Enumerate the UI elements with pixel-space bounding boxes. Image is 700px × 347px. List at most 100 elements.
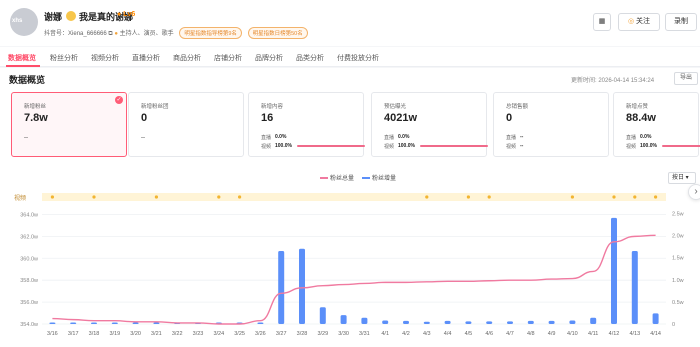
tab-category[interactable]: 品类分析 — [296, 53, 324, 63]
card-label: 新增内容 — [261, 104, 284, 110]
video-ratio-bar — [420, 145, 488, 147]
x-tick-label: 4/1 — [381, 331, 389, 337]
rank-tag-1[interactable]: 明星指数指导榜第9名 — [179, 27, 242, 39]
x-tick-label: 4/9 — [548, 331, 556, 337]
export-button[interactable]: 导出 — [674, 72, 698, 85]
x-tick-label: 3/25 — [234, 331, 245, 337]
bar-fan-increase — [361, 317, 368, 324]
avatar[interactable]: xhs — [10, 8, 38, 36]
card-value: 7.8w — [24, 112, 48, 124]
y-right-tick-label: 1.0w — [672, 278, 684, 284]
record-label: 录制 — [674, 18, 688, 25]
card-new-fans[interactable]: ✓ 新增粉丝 7.8w -- — [11, 92, 127, 157]
y-left-tick-label: 358.0w — [20, 278, 38, 284]
event-dot — [633, 195, 637, 199]
card-new-likes[interactable]: 新增点赞 88.4w 直播 0.0% 视频 100.0% — [613, 92, 700, 157]
bar-fan-increase — [91, 322, 97, 324]
event-strip-label: 视频 — [14, 194, 26, 202]
card-value: 0 — [506, 112, 513, 124]
tab-shop[interactable]: 店铺分析 — [214, 53, 242, 63]
x-tick-label: 3/28 — [297, 331, 308, 337]
video-ratio-bar — [297, 145, 365, 147]
card-sub-value: -- — [141, 135, 145, 141]
video-ratio-value: 100.0% — [275, 143, 292, 149]
legend-increase[interactable]: 粉丝增量 — [362, 173, 396, 182]
tab-video[interactable]: 视频分析 — [91, 53, 119, 63]
event-dot — [654, 195, 658, 199]
x-tick-label: 4/5 — [465, 331, 473, 337]
event-dot — [217, 195, 221, 199]
event-dot — [92, 195, 96, 199]
card-value: 0 — [141, 112, 148, 124]
bar-fan-increase — [590, 317, 597, 324]
video-ratio-bar — [662, 145, 700, 147]
card-label: 预估曝光 — [384, 104, 407, 110]
name-prefix: 谢娜 — [44, 12, 63, 22]
x-tick-label: 3/23 — [193, 331, 204, 337]
smile-emoji-icon — [65, 11, 76, 21]
live-ratio-row: 直播 0.0% — [261, 134, 361, 141]
event-dot — [154, 195, 158, 199]
card-exposure[interactable]: 预估曝光 4021w 直播 0.0% 视频 100.0% — [371, 92, 488, 157]
video-ratio-row: 视频 100.0% — [626, 143, 700, 150]
legend-line-total — [320, 177, 328, 179]
bar-fan-increase — [340, 315, 347, 324]
bar-fan-increase — [153, 322, 160, 324]
x-tick-label: 4/6 — [485, 331, 493, 337]
line-fan-total — [52, 234, 656, 325]
bar-fan-increase — [611, 217, 617, 324]
live-ratio-value: -- — [520, 134, 524, 140]
tab-products[interactable]: 商品分析 — [173, 53, 201, 63]
card-new-fan-club[interactable]: 新增粉丝团 0 -- — [128, 92, 244, 157]
bar-fan-increase — [382, 320, 389, 324]
x-tick-label: 4/10 — [567, 331, 578, 337]
follow-button[interactable]: ◎ 关注 — [618, 13, 660, 31]
avatar-logo-text: xhs — [12, 18, 23, 24]
live-ratio-label: 直播 — [384, 135, 395, 141]
tab-fans[interactable]: 粉丝分析 — [50, 53, 78, 63]
event-dot — [612, 195, 616, 199]
card-new-content[interactable]: 新增内容 16 直播 0.0% 视频 100.0% — [248, 92, 365, 157]
x-tick-label: 3/19 — [109, 331, 120, 337]
card-total-sales[interactable]: 总销售额 0 直播 -- 视频 -- — [493, 92, 609, 157]
video-ratio-label: 视频 — [626, 144, 637, 150]
period-select[interactable]: 按日 ▾ — [668, 172, 696, 184]
video-ratio-value: 100.0% — [640, 143, 657, 149]
follow-label: 关注 — [636, 18, 651, 25]
y-right-tick-label: 1.5w — [672, 256, 684, 262]
x-tick-label: 4/2 — [402, 331, 410, 337]
video-ratio-value: 100.0% — [398, 143, 415, 149]
bar-fan-increase — [507, 321, 513, 324]
bar-fan-increase — [548, 320, 555, 324]
card-value: 88.4w — [626, 112, 656, 124]
record-button[interactable]: 录制 — [665, 13, 697, 31]
rank-tag-2[interactable]: 明星指数日榜第50名 — [247, 27, 308, 39]
bar-fan-increase — [278, 251, 285, 324]
tab-live[interactable]: 直播分析 — [132, 53, 160, 63]
legend-total-label: 粉丝总量 — [330, 176, 355, 182]
tab-paid-ads[interactable]: 付费投放分析 — [337, 53, 379, 63]
x-tick-label: 4/11 — [588, 331, 598, 337]
video-ratio-row: 视频 100.0% — [384, 143, 488, 150]
video-ratio-label: 视频 — [506, 144, 517, 150]
card-sub-value: -- — [24, 135, 28, 141]
live-ratio-row: 直播 -- — [506, 134, 606, 141]
tab-brand[interactable]: 品牌分析 — [255, 53, 283, 63]
copy-icon[interactable]: ⧉ — [108, 31, 112, 37]
fans-chart: 视频 354.0w 356.0w 358.0w 360.0w 362.0w 364.0w 0… — [14, 193, 684, 337]
legend-total[interactable]: 粉丝总量 — [320, 173, 354, 182]
grid-view-button[interactable]: ▦ — [593, 13, 611, 31]
bar-fan-increase — [49, 322, 56, 324]
video-ratio-label: 视频 — [261, 144, 272, 150]
y-right-tick-label: 2.5w — [672, 211, 684, 217]
tab-overview[interactable]: 数据概览 — [8, 53, 36, 63]
video-ratio-row: 视频 -- — [506, 143, 606, 150]
x-tick-label: 4/13 — [629, 331, 640, 337]
x-tick-label: 3/16 — [47, 331, 58, 337]
x-tick-label: 4/12 — [609, 331, 620, 337]
legend-line-increase — [362, 177, 370, 179]
x-tick-label: 4/14 — [650, 331, 661, 337]
follow-icon: ◎ — [627, 18, 635, 25]
y-left-tick-label: 354.0w — [20, 322, 38, 328]
card-label: 新增粉丝团 — [141, 104, 169, 110]
